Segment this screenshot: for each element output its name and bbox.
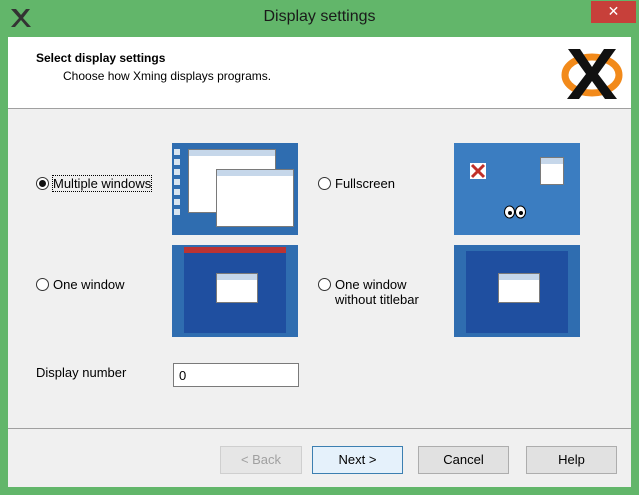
header-title: Select display settings [36,51,166,65]
display-number-label: Display number [36,365,127,380]
title-bar[interactable]: Display settings ✕ [0,0,639,37]
radio-multiple-windows[interactable]: Multiple windows [36,175,153,192]
xming-logo-icon [561,49,623,99]
cancel-button[interactable]: Cancel [418,446,509,474]
radio-one-window-no-titlebar-button[interactable] [318,278,331,291]
window-title: Display settings [263,8,376,25]
close-button[interactable]: ✕ [591,1,636,23]
preview-clock-window [540,157,564,185]
back-button[interactable]: < Back [220,446,302,474]
close-icon: ✕ [607,4,620,20]
radio-one-window-button[interactable] [36,278,49,291]
label-line-2: without titlebar [335,292,419,307]
preview-dialog-window-notitle [498,273,540,303]
radio-multiple-windows-label: Multiple windows [51,175,153,192]
one-window-preview [172,245,298,337]
preview-dialog-window [216,273,258,303]
label-line-1: One window [335,277,407,292]
footer-divider [8,428,631,429]
radio-one-window-no-titlebar[interactable]: One window without titlebar [318,277,419,307]
radio-one-window-label: One window [53,277,125,292]
help-button[interactable]: Help [526,446,617,474]
radio-one-window[interactable]: One window [36,277,125,292]
preview-x-icon [470,163,486,179]
radio-fullscreen-label: Fullscreen [335,176,395,191]
preview-eyes-icon [504,205,526,219]
one-window-no-titlebar-preview [454,245,580,337]
dialog-content: Select display settings Choose how Xming… [8,37,631,487]
desktop-icons [174,149,182,219]
display-number-input[interactable]: 0 [173,363,299,387]
radio-one-window-no-titlebar-label: One window without titlebar [335,277,419,307]
radio-fullscreen[interactable]: Fullscreen [318,176,395,191]
display-settings-window: Display settings ✕ Select display settin… [0,0,639,495]
radio-multiple-windows-button[interactable] [36,177,49,190]
multiple-windows-preview [172,143,298,235]
next-button[interactable]: Next > [312,446,403,474]
fullscreen-preview [454,143,580,235]
wizard-header: Select display settings Choose how Xming… [8,37,631,109]
preview-app-window [216,169,294,227]
radio-fullscreen-button[interactable] [318,177,331,190]
header-subtitle: Choose how Xming displays programs. [63,69,272,83]
